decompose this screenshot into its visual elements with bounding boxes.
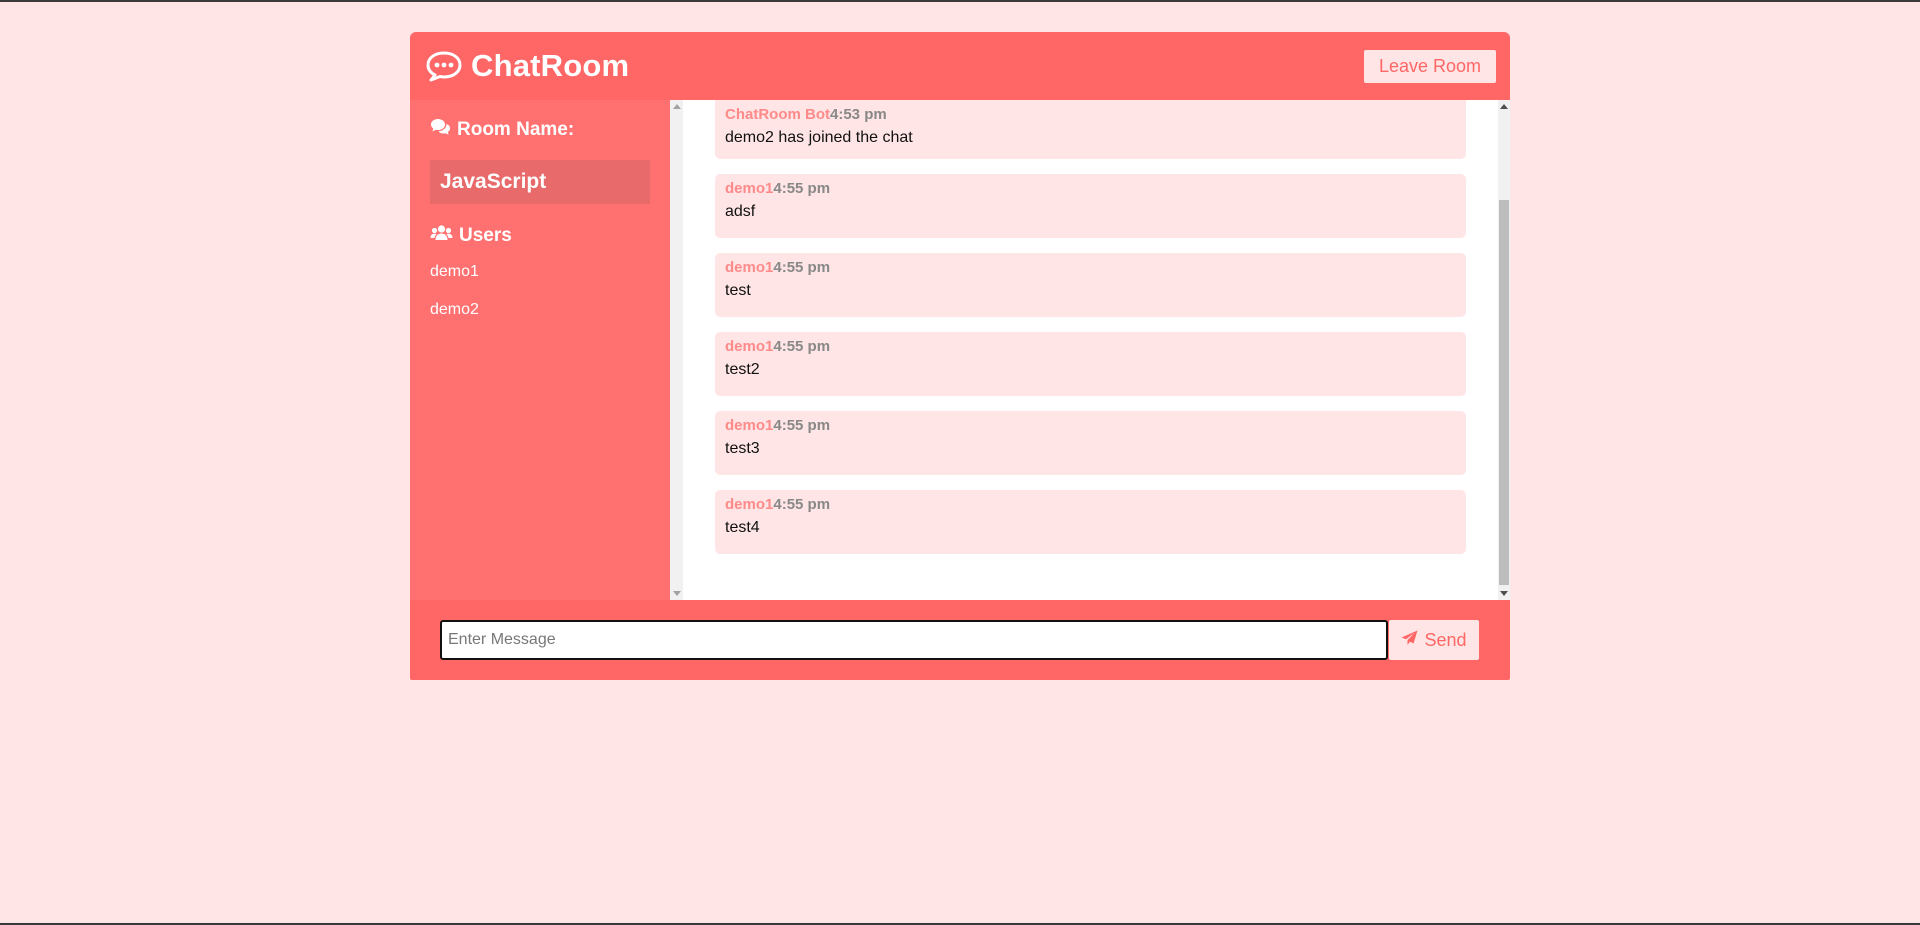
send-button[interactable]: Send <box>1389 620 1479 660</box>
paper-plane-icon <box>1401 630 1424 651</box>
users-heading: Users <box>430 224 650 247</box>
message: demo14:55 pm test2 <box>715 332 1466 396</box>
inner-scrollbar[interactable] <box>670 100 683 600</box>
message-text: demo2 has joined the chat <box>725 129 913 146</box>
message: demo14:55 pm test4 <box>715 490 1466 554</box>
message-time: 4:55 pm <box>773 417 831 434</box>
message-input[interactable] <box>440 620 1388 660</box>
message-meta: demo14:55 pm <box>725 338 1456 355</box>
message-meta: demo14:55 pm <box>725 180 1456 197</box>
leave-room-button[interactable]: Leave Room <box>1363 49 1496 83</box>
message-author: demo1 <box>725 338 774 355</box>
user-item: demo2 <box>430 301 479 318</box>
app-header: ChatRoom Leave Room <box>410 32 1510 100</box>
message: demo14:55 pm test <box>715 253 1466 317</box>
message-text: test3 <box>725 440 760 457</box>
scroll-down-arrow-icon[interactable] <box>672 591 681 596</box>
message-author: ChatRoom Bot <box>725 106 830 123</box>
message-author: demo1 <box>725 417 774 434</box>
room-name: JavaScript <box>430 160 650 204</box>
message-author: demo1 <box>725 180 774 197</box>
send-label: Send <box>1424 629 1467 650</box>
user-list: demo1 demo2 <box>430 263 650 319</box>
scroll-up-arrow-icon[interactable] <box>1500 104 1508 109</box>
message-composer: Send <box>410 600 1510 680</box>
message-time: 4:55 pm <box>773 496 831 513</box>
room-name-heading-label: Room Name: <box>457 119 575 140</box>
scroll-thumb[interactable] <box>1499 200 1509 585</box>
message-meta: ChatRoom Bot4:53 pm <box>725 106 1456 123</box>
comments-icon <box>430 118 457 142</box>
app-title: ChatRoom <box>471 48 630 83</box>
sidebar: Room Name: JavaScript Users demo1 demo2 <box>410 100 670 600</box>
message-text: test4 <box>725 519 760 536</box>
message-text: test <box>725 282 751 299</box>
message-meta: demo14:55 pm <box>725 496 1456 513</box>
scroll-up-arrow-icon[interactable] <box>672 104 681 109</box>
message-author: demo1 <box>725 259 774 276</box>
chat-main: Room Name: JavaScript Users demo1 demo2 … <box>410 100 1510 600</box>
users-heading-label: Users <box>459 224 512 246</box>
message-time: 4:55 pm <box>773 338 831 355</box>
messages-scrollbar[interactable] <box>1498 100 1510 600</box>
users-icon <box>430 224 459 247</box>
scroll-down-arrow-icon[interactable] <box>1500 591 1508 596</box>
message-time: 4:55 pm <box>773 180 831 197</box>
message-meta: demo14:55 pm <box>725 417 1456 434</box>
room-name-heading: Room Name: <box>430 118 650 142</box>
message: demo14:55 pm adsf <box>715 174 1466 238</box>
message: ChatRoom Bot4:53 pm demo2 has joined the… <box>715 100 1466 159</box>
message-author: demo1 <box>725 496 774 513</box>
brand: ChatRoom <box>425 48 629 84</box>
message-time: 4:55 pm <box>773 259 831 276</box>
message-time: 4:53 pm <box>830 106 887 123</box>
messages-pane: ChatRoom Bot4:53 pm demo2 has joined the… <box>670 100 1510 600</box>
message-meta: demo14:55 pm <box>725 259 1456 276</box>
message-list: ChatRoom Bot4:53 pm demo2 has joined the… <box>683 100 1498 600</box>
message-text: adsf <box>725 203 756 220</box>
message-text: test2 <box>725 361 760 378</box>
chat-bubble-icon <box>425 50 463 82</box>
chat-app: ChatRoom Leave Room Room Name: JavaScrip… <box>410 32 1510 682</box>
message: demo14:55 pm test3 <box>715 411 1466 475</box>
user-item: demo1 <box>430 263 479 280</box>
